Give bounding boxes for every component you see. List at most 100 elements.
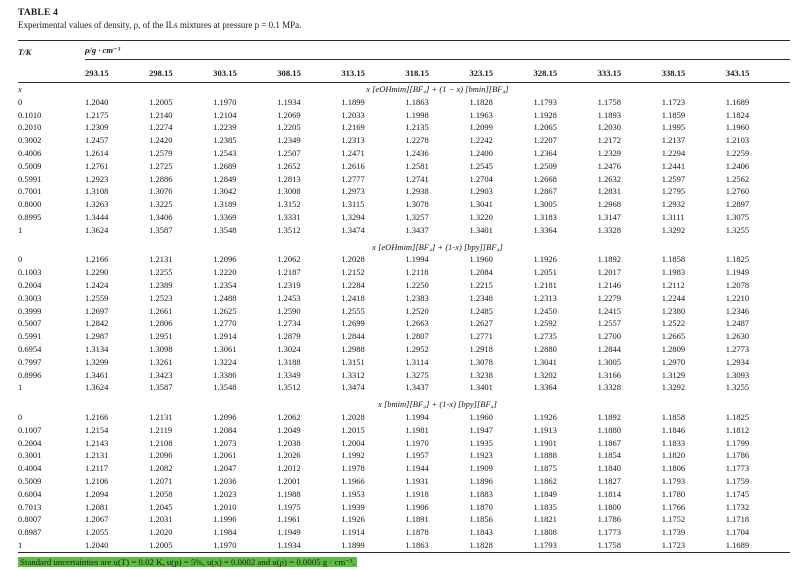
density-cell: 1.3444 bbox=[85, 211, 109, 222]
density-cell: 1.2630 bbox=[725, 331, 750, 342]
density-cell: 1.2406 bbox=[725, 160, 750, 171]
density-cell: 1.2081 bbox=[85, 501, 109, 512]
density-cell: 1.1867 bbox=[597, 437, 621, 448]
density-cell: 1.2849 bbox=[213, 173, 237, 184]
mole-fraction-cell: 0.3002 bbox=[18, 135, 42, 146]
density-cell: 1.3331 bbox=[277, 211, 301, 222]
mole-fraction-cell: 0.8995 bbox=[18, 211, 42, 222]
temp-header-spacer bbox=[18, 59, 85, 83]
density-cell: 1.2028 bbox=[341, 254, 365, 265]
density-cell: 1.2172 bbox=[597, 135, 621, 146]
temp-header-cell: 328.15 bbox=[533, 59, 598, 83]
density-cell: 1.2562 bbox=[725, 173, 750, 184]
density-cell: 1.1846 bbox=[661, 424, 686, 435]
density-cell: 1.3261 bbox=[149, 356, 173, 367]
density-cell: 1.3114 bbox=[405, 356, 429, 367]
density-cell: 1.1825 bbox=[725, 254, 750, 265]
table-row: 0.7001 1.3108 1.3076 1.3042 1.3008 1.2973 1.29… bbox=[18, 185, 790, 198]
density-cell: 1.3075 bbox=[725, 211, 750, 222]
temp-header-cell: 323.15 bbox=[469, 59, 534, 83]
density-cell: 1.1957 bbox=[405, 450, 429, 461]
density-cell: 1.2055 bbox=[85, 527, 109, 538]
density-cell: 1.2632 bbox=[597, 173, 621, 184]
density-cell: 1.1892 bbox=[597, 411, 621, 422]
mole-fraction-cell: 0 bbox=[18, 96, 23, 107]
section-title: x [eOHmim][BF₄] + (1-x) [bpy][BF₄] bbox=[372, 241, 503, 252]
density-cell: 1.1793 bbox=[533, 539, 557, 550]
density-cell: 1.2187 bbox=[277, 267, 301, 278]
density-cell: 1.3401 bbox=[469, 382, 493, 393]
density-cell: 1.1799 bbox=[725, 437, 750, 448]
mole-fraction-cell: 0.1007 bbox=[18, 424, 42, 435]
density-cell: 1.1935 bbox=[469, 437, 493, 448]
mole-fraction-cell: 0.5009 bbox=[18, 475, 42, 486]
density-cell: 1.1704 bbox=[725, 527, 750, 538]
density-cell: 1.1862 bbox=[533, 475, 557, 486]
density-cell: 1.1966 bbox=[341, 475, 365, 486]
density-cell: 1.1821 bbox=[533, 514, 557, 525]
density-cell: 1.2103 bbox=[725, 135, 750, 146]
density-cell: 1.2096 bbox=[149, 450, 173, 461]
density-cell: 1.2389 bbox=[149, 279, 173, 290]
density-cell: 1.2015 bbox=[341, 424, 365, 435]
temp-header-cell: 333.15 bbox=[597, 59, 662, 83]
density-cell: 1.2278 bbox=[405, 135, 429, 146]
density-cell: 1.1981 bbox=[405, 424, 429, 435]
mole-fraction-cell: 0 bbox=[18, 411, 23, 422]
density-cell: 1.1824 bbox=[725, 109, 750, 120]
density-cell: 1.2038 bbox=[277, 437, 301, 448]
density-cell: 1.1891 bbox=[405, 514, 429, 525]
mole-fraction-cell: 0.7001 bbox=[18, 186, 42, 197]
density-cell: 1.1901 bbox=[533, 437, 557, 448]
density-cell: 1.2242 bbox=[469, 135, 493, 146]
density-cell: 1.2453 bbox=[277, 292, 301, 303]
mole-fraction-cell: 0 bbox=[18, 254, 23, 265]
mole-fraction-cell: 0.2010 bbox=[18, 122, 42, 133]
density-cell: 1.1858 bbox=[661, 254, 686, 265]
density-cell: 1.2436 bbox=[405, 147, 429, 158]
density-cell: 1.2806 bbox=[149, 318, 173, 329]
density-cell: 1.3152 bbox=[277, 199, 301, 210]
density-cell: 1.3312 bbox=[341, 369, 365, 380]
density-cell: 1.2697 bbox=[85, 305, 109, 316]
temp-header-cell: 318.15 bbox=[405, 59, 470, 83]
density-cell: 1.2071 bbox=[149, 475, 173, 486]
x-column-label bbox=[18, 398, 85, 411]
density-cell: 1.3005 bbox=[597, 356, 621, 367]
table-row: 0.6004 1.2094 1.2058 1.2023 1.1988 1.1953 1.19… bbox=[18, 488, 790, 501]
density-cell: 1.2485 bbox=[469, 305, 493, 316]
density-cell: 1.3548 bbox=[213, 382, 237, 393]
density-cell: 1.1934 bbox=[277, 539, 301, 550]
density-cell: 1.2062 bbox=[277, 411, 301, 422]
density-cell: 1.3512 bbox=[277, 224, 301, 235]
density-cell: 1.2424 bbox=[85, 279, 109, 290]
density-cell: 1.2045 bbox=[149, 501, 173, 512]
density-cell: 1.1780 bbox=[661, 488, 686, 499]
density-cell: 1.2036 bbox=[213, 475, 237, 486]
density-cell: 1.2215 bbox=[469, 279, 493, 290]
density-cell: 1.1849 bbox=[533, 488, 557, 499]
mole-fraction-cell: 0.5991 bbox=[18, 173, 42, 184]
density-cell: 1.3225 bbox=[149, 199, 173, 210]
density-cell: 1.2557 bbox=[597, 318, 621, 329]
density-cell: 1.3183 bbox=[533, 211, 557, 222]
density-cell: 1.2051 bbox=[533, 267, 557, 278]
density-cell: 1.1983 bbox=[661, 267, 686, 278]
temp-header-cell: 298.15 bbox=[149, 59, 214, 83]
temp-header-cell: 308.15 bbox=[277, 59, 342, 83]
density-cell: 1.1926 bbox=[533, 411, 557, 422]
density-cell: 1.3369 bbox=[213, 211, 237, 222]
density-cell: 1.2383 bbox=[405, 292, 429, 303]
density-cell: 1.2914 bbox=[213, 331, 237, 342]
density-cell: 1.3008 bbox=[277, 186, 301, 197]
table-row: 0.5991 1.2923 1.2886 1.2849 1.2813 1.2777 1.27… bbox=[18, 173, 790, 186]
table-row: 0.5007 1.2842 1.2806 1.2770 1.2734 1.2699 1.26… bbox=[18, 317, 790, 330]
temp-header-cell: 338.15 bbox=[661, 59, 726, 83]
density-cell: 1.2313 bbox=[533, 292, 557, 303]
density-cell: 1.2020 bbox=[149, 527, 173, 538]
table-row: 0.3003 1.2559 1.2523 1.2488 1.2453 1.2418 1.23… bbox=[18, 292, 790, 305]
density-cell: 1.3076 bbox=[149, 186, 173, 197]
table-row: 0.1003 1.2290 1.2255 1.2220 1.2187 1.2152 1.21… bbox=[18, 266, 790, 279]
density-cell: 1.1970 bbox=[405, 437, 429, 448]
density-cell: 1.1835 bbox=[533, 501, 557, 512]
